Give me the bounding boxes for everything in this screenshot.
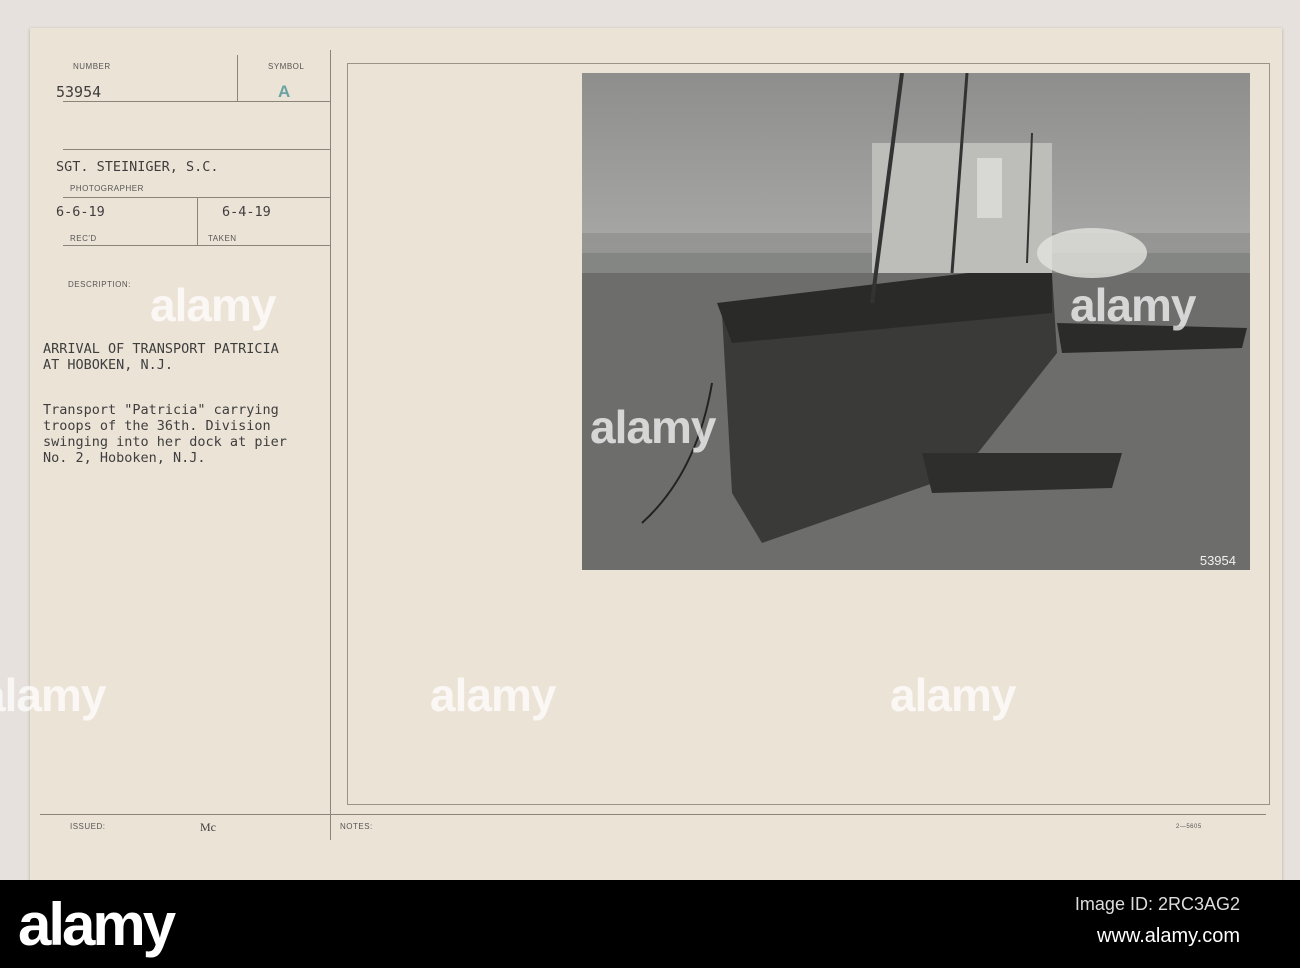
funnel	[977, 158, 1002, 218]
divider	[63, 245, 330, 246]
site-url[interactable]: www.alamy.com	[1097, 925, 1240, 948]
smoke	[1037, 228, 1147, 278]
photographer-value: SGT. STEINIGER, S.C.	[56, 159, 219, 175]
number-label: NUMBER	[73, 62, 111, 71]
caption-line: troops of the 36th. Division	[43, 418, 271, 434]
footer-bar: alamy Image ID: 2RC3AG2 www.alamy.com	[0, 880, 1300, 968]
watermark: alamy	[890, 669, 1016, 721]
notes-label: NOTES:	[340, 822, 373, 831]
tugboat	[922, 453, 1122, 493]
symbol-label: SYMBOL	[268, 62, 305, 71]
received-date: 6-6-19	[56, 204, 105, 220]
title-line: ARRIVAL OF TRANSPORT PATRICIA	[43, 341, 279, 357]
issued-value: Mc	[200, 820, 216, 834]
caption-line: swinging into her dock at pier	[43, 434, 287, 450]
watermark: alamy	[430, 669, 556, 721]
caption-line: No. 2, Hoboken, N.J.	[43, 450, 206, 466]
photo-number: 53954	[1199, 553, 1236, 568]
description-caption: Transport "Patricia" carrying troops of …	[43, 402, 287, 466]
taken-date: 6-4-19	[222, 204, 271, 220]
watermark: alamy	[0, 669, 106, 721]
description-title: ARRIVAL OF TRANSPORT PATRICIA AT HOBOKEN…	[43, 341, 279, 373]
received-label: REC'D	[70, 234, 97, 243]
description-label: DESCRIPTION:	[68, 280, 131, 289]
photographer-label: PHOTOGRAPHER	[70, 184, 144, 193]
alamy-logo: alamy	[18, 891, 176, 958]
watermark: alamy	[150, 279, 276, 331]
watermark: alamy	[1070, 279, 1196, 331]
number-value: 53954	[56, 83, 102, 101]
watermark: alamy	[590, 401, 716, 453]
divider	[197, 197, 198, 245]
issued-label: ISSUED:	[70, 822, 106, 831]
form-number: 2—5605	[1176, 824, 1202, 830]
column-divider	[330, 50, 331, 840]
divider	[237, 55, 238, 101]
symbol-stamp: A	[278, 82, 291, 101]
divider	[63, 149, 330, 150]
taken-label: TAKEN	[208, 234, 237, 243]
title-line: AT HOBOKEN, N.J.	[43, 357, 174, 373]
ship-superstructure	[872, 143, 1052, 273]
caption-line: Transport "Patricia" carrying	[43, 402, 279, 418]
image-id: Image ID: 2RC3AG2	[1074, 894, 1240, 914]
bottom-rule	[40, 814, 1266, 815]
divider	[63, 101, 330, 102]
